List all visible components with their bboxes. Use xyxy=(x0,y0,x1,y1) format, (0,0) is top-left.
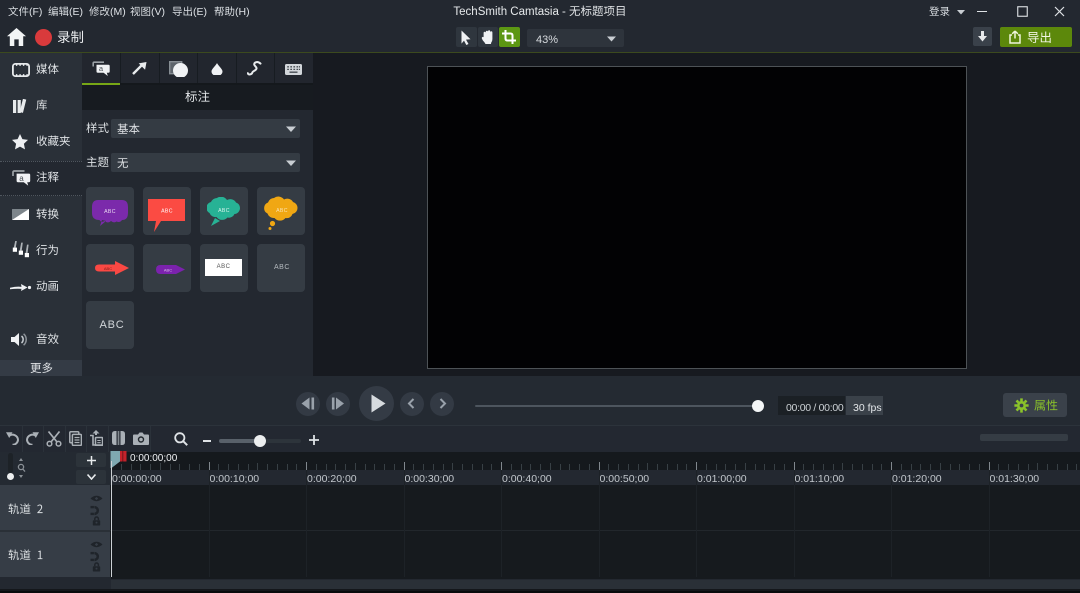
svg-text:a: a xyxy=(19,174,24,183)
svg-text:ABC: ABC xyxy=(164,267,172,272)
svg-text:ABC: ABC xyxy=(104,266,112,271)
svg-text:ABC: ABC xyxy=(276,208,288,214)
svg-text:ABC: ABC xyxy=(104,209,116,215)
svg-text:ABC: ABC xyxy=(161,208,173,214)
svg-text:ABC: ABC xyxy=(218,208,230,214)
